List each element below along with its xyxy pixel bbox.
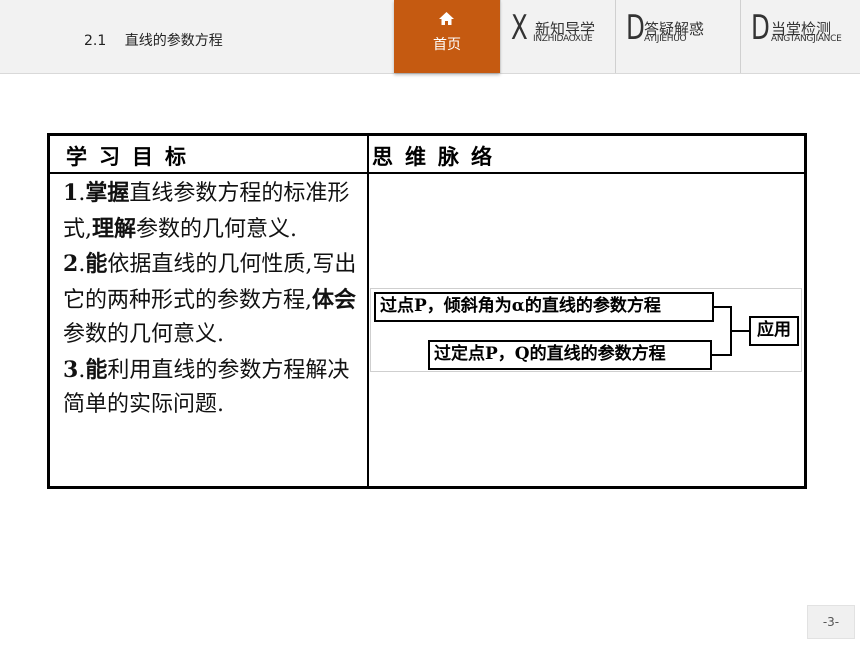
connector-line	[712, 354, 732, 356]
section-number: 2.1	[84, 33, 107, 49]
learning-goals-header: 学习目标	[66, 144, 198, 169]
learning-goals-list: 1.掌握直线参数方程的标准形式,理解参数的几何意义. 2.能依据直线的几何性质,写…	[63, 176, 361, 423]
goal-text: 参数的几何意义.	[136, 216, 298, 242]
nav-pinyin: AYIJIEHUO	[644, 34, 687, 44]
thinking-map-header: 思维脉络	[372, 144, 504, 169]
home-icon	[439, 12, 454, 25]
home-label: 首页	[433, 37, 461, 53]
thinking-diagram: 过点P，倾斜角为α的直线的参数方程 过定点P，Q的直线的参数方程 应用	[370, 288, 802, 372]
nav-xinzhidaoxue[interactable]: X 新知导学 INZHIDAOXUE	[500, 0, 616, 73]
learning-goal-item: 2.能依据直线的几何性质,写出它的两种形式的参数方程,体会参数的几何意义.	[63, 247, 361, 353]
page-number: -3-	[807, 605, 855, 639]
learning-goal-item: 3.能利用直线的参数方程解决简单的实际问题.	[63, 353, 361, 423]
goal-number: 3	[63, 356, 79, 383]
nav-pinyin: INZHIDAOXUE	[533, 34, 593, 44]
goal-number: 1	[63, 180, 79, 206]
nav-letter: D	[751, 8, 770, 48]
section-title: 直线的参数方程	[124, 33, 223, 49]
header-divider	[50, 172, 804, 174]
nav-pinyin: ANGTANGJIANCE	[771, 34, 842, 44]
nav-dayijiehuo[interactable]: D 答疑解惑 AYIJIEHUO	[615, 0, 741, 73]
goal-keyword: 理解	[92, 215, 137, 242]
header-bar: 2.1 直线的参数方程 首页 X 新知导学 INZHIDAOXUE D 答疑解惑…	[0, 0, 860, 74]
goal-keyword: 能	[85, 251, 108, 277]
goal-text: 参数的几何意义.	[63, 322, 224, 347]
nav-letter: D	[626, 8, 645, 48]
home-button[interactable]: 首页	[394, 0, 500, 73]
diagram-box-two-point-form: 过定点P，Q的直线的参数方程	[428, 340, 712, 370]
content-table: 学习目标 思维脉络 1.掌握直线参数方程的标准形式,理解参数的几何意义. 2.能依…	[47, 133, 807, 489]
goal-number: 2	[63, 251, 79, 277]
diagram-box-angle-form: 过点P，倾斜角为α的直线的参数方程	[374, 292, 714, 322]
goal-keyword: 掌握	[85, 180, 130, 206]
goal-keyword: 体会	[312, 286, 357, 313]
diagram-box-application: 应用	[749, 316, 799, 346]
column-divider	[367, 136, 369, 486]
nav-dangtangjiance[interactable]: D 当堂检测 ANGTANGJIANCE	[740, 0, 860, 73]
breadcrumb: 2.1 直线的参数方程	[84, 30, 223, 50]
nav-letter: X	[511, 8, 528, 48]
goal-keyword: 能	[85, 356, 108, 383]
learning-goal-item: 1.掌握直线参数方程的标准形式,理解参数的几何意义.	[63, 176, 361, 247]
connector-line	[730, 330, 749, 332]
